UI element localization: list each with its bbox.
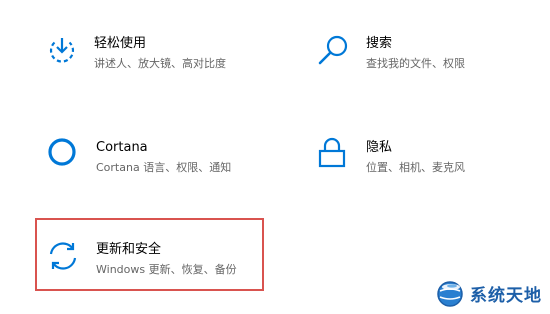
sync-icon: [46, 239, 82, 275]
setting-ease-of-access[interactable]: 轻松使用 讲述人、放大镜、高对比度: [44, 33, 284, 89]
update-and-security-description: Windows 更新、恢复、备份: [96, 263, 237, 276]
search-description: 查找我的文件、权限: [366, 57, 465, 70]
update-and-security-title: 更新和安全: [96, 242, 162, 257]
search-icon: [316, 33, 352, 69]
cortana-icon: [46, 137, 82, 173]
setting-update-and-security[interactable]: 更新和安全 Windows 更新、恢复、备份: [46, 239, 286, 295]
ease-of-access-icon: [44, 33, 80, 69]
search-title: 搜索: [366, 36, 393, 51]
setting-privacy[interactable]: 隐私 位置、相机、麦克风: [316, 137, 550, 193]
globe-logo-icon: [434, 277, 466, 309]
cortana-description: Cortana 语言、权限、通知: [96, 161, 232, 174]
cortana-title: Cortana: [96, 140, 148, 155]
setting-cortana[interactable]: Cortana Cortana 语言、权限、通知: [46, 137, 286, 193]
setting-search[interactable]: 搜索 查找我的文件、权限: [316, 33, 550, 89]
watermark: 系统天地: [434, 276, 542, 310]
ease-of-access-title: 轻松使用: [94, 36, 147, 51]
privacy-title: 隐私: [366, 140, 393, 155]
privacy-description: 位置、相机、麦克风: [366, 161, 465, 174]
watermark-text: 系统天地: [470, 285, 542, 306]
ease-of-access-description: 讲述人、放大镜、高对比度: [94, 57, 226, 70]
lock-icon: [316, 137, 352, 173]
